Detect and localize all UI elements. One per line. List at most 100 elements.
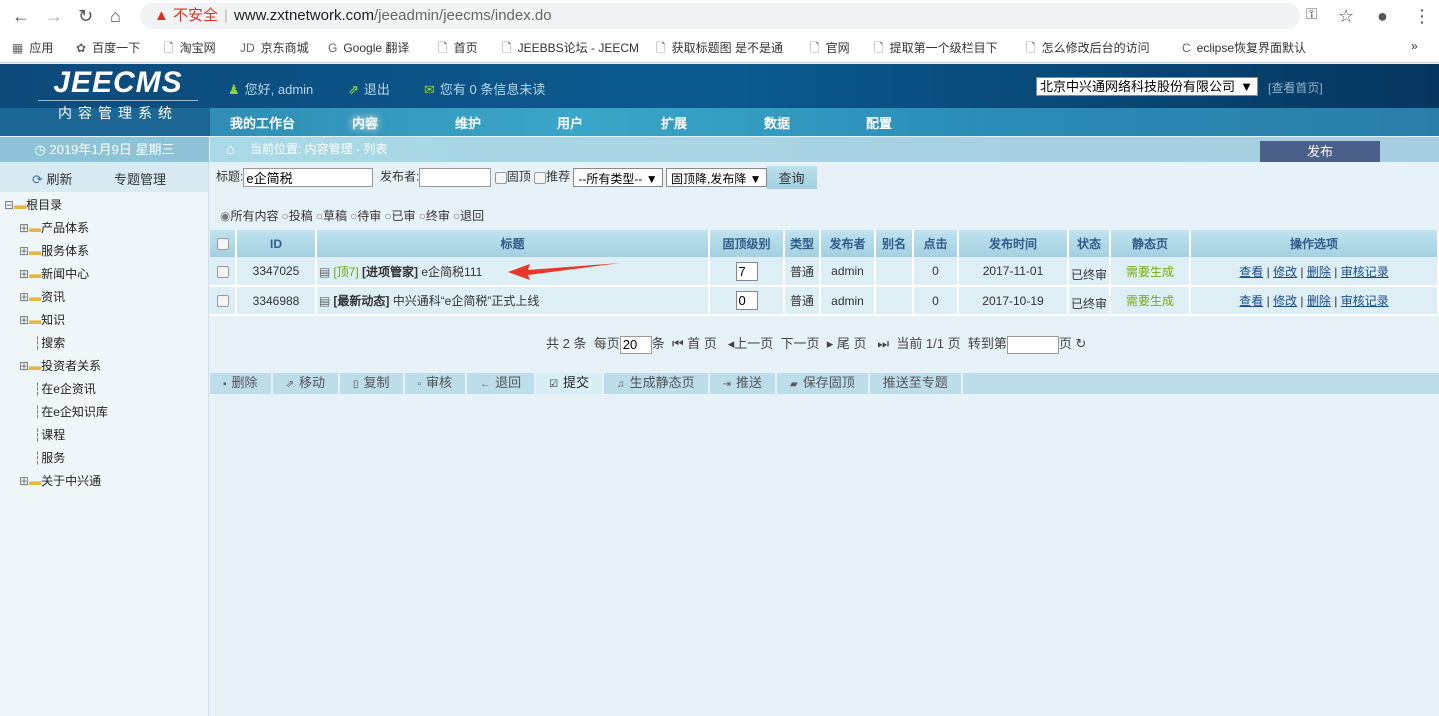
menu-icon[interactable]: ⋮ [1413, 6, 1431, 27]
toolbar-button[interactable]: ♫ 生成静态页 [604, 373, 710, 394]
bookmark-item[interactable]: 🗋 官网 [810, 39, 850, 60]
bookmark-item[interactable]: 🗋 JEEBBS论坛 - JEECM [502, 39, 639, 60]
expand-icon[interactable]: ⊞ [19, 290, 29, 304]
nav-item[interactable]: 用户 [557, 113, 583, 132]
tree-node[interactable]: ⊞▬关于中兴通 [19, 472, 101, 489]
logout-link[interactable]: ⇗ 退出 [348, 79, 390, 98]
expand-icon[interactable]: ⊞ [19, 267, 29, 281]
toolbar-button[interactable]: ← 退回 [467, 373, 537, 394]
last-page-link[interactable]: ▸ 尾 页 [827, 336, 867, 351]
tree-node[interactable]: ┆课程 [34, 426, 65, 443]
top-level-input[interactable] [735, 291, 758, 310]
bookmark-item[interactable]: Ceclipse恢复界面默认 [1182, 39, 1306, 56]
bookmark-item[interactable]: 🗋 首页 [438, 39, 478, 60]
expand-icon[interactable]: ⊞ [19, 244, 29, 258]
toolbar-button[interactable]: ▯ 复制 [340, 373, 405, 394]
filter-radio[interactable]: ◉所有内容 [220, 209, 279, 223]
top-level-input[interactable] [735, 261, 758, 281]
reload-icon[interactable]: ↻ [78, 6, 93, 27]
action-link-1[interactable]: 修改 [1273, 294, 1297, 308]
filter-radio[interactable]: ○待审 [350, 209, 381, 223]
bookmark-item[interactable]: G Google 翻译 [328, 39, 409, 56]
home-icon[interactable]: ⌂ [110, 6, 121, 27]
tree-node[interactable]: ⊞▬服务体系 [19, 242, 89, 259]
view-home-link[interactable]: [查看首页] [1268, 79, 1323, 96]
toolbar-button[interactable]: 推送至专题 [870, 373, 963, 394]
expand-icon[interactable]: ⊞ [19, 313, 29, 327]
toolbar-button[interactable]: ▫ 审核 [405, 373, 468, 394]
tree-node[interactable]: ⊞▬知识 [19, 311, 65, 328]
row-checkbox[interactable] [216, 295, 229, 308]
forward-icon[interactable]: → [45, 6, 63, 27]
type-select[interactable]: --所有类型-- ▼ [573, 168, 663, 187]
recommend-checkbox[interactable] [534, 171, 547, 184]
back-icon[interactable]: ← [12, 6, 30, 27]
expand-icon[interactable]: ⊞ [19, 474, 29, 488]
bookmarks-more[interactable]: » [1411, 39, 1418, 53]
topics-button[interactable]: 专题管理 [114, 169, 166, 188]
nav-item[interactable]: 我的工作台 [230, 113, 295, 132]
row-checkbox[interactable] [216, 265, 229, 278]
action-link-2[interactable]: 删除 [1307, 294, 1331, 308]
tree-node[interactable]: ⊞▬投资者关系 [19, 357, 101, 374]
bookmark-item[interactable]: 🗋 提取第一个级栏目下 [874, 39, 998, 60]
tree-node[interactable]: ⊟▬根目录 [4, 196, 62, 213]
toolbar-button[interactable]: ⇗ 移动 [273, 373, 340, 394]
site-select[interactable]: 北京中兴通网络科技股份有限公司 ▼ [1036, 77, 1258, 96]
bookmark-item[interactable]: JD 京东商城 [240, 39, 309, 56]
action-link-0[interactable]: 查看 [1239, 294, 1263, 308]
toolbar-button[interactable]: ⇥ 推送 [710, 373, 777, 394]
filter-radio[interactable]: ○终审 [419, 209, 450, 223]
first-page-link[interactable]: ⏮ 首 页 [672, 336, 717, 351]
refresh-button[interactable]: ⟳ 刷新 [32, 169, 73, 188]
go-icon[interactable]: ↻ [1076, 336, 1087, 351]
nav-item[interactable]: 内容 [352, 113, 378, 132]
nav-item[interactable]: 数据 [764, 113, 790, 132]
title-link[interactable]: e企简税111 [421, 265, 482, 279]
title-link[interactable]: 中兴通科“e企简税”正式上线 [393, 294, 540, 308]
publish-button[interactable]: 发布 [1260, 141, 1380, 162]
star-icon[interactable]: ☆ [1338, 6, 1354, 27]
bookmark-item[interactable]: 🗋 淘宝网 [164, 39, 216, 60]
next-page-link[interactable]: 下一页 [781, 336, 820, 351]
select-all-checkbox[interactable] [216, 238, 229, 251]
expand-icon[interactable]: ⊟ [4, 198, 14, 212]
sort-select[interactable]: 固顶降,发布降 ▼ [665, 168, 767, 187]
filter-radio[interactable]: ○草稿 [316, 209, 347, 223]
key-icon[interactable]: ⚿ [1306, 6, 1317, 23]
filter-radio[interactable]: ○投稿 [282, 209, 313, 223]
tree-node[interactable]: ┆服务 [34, 449, 65, 466]
bookmark-item[interactable]: 🗋 获取标题图 是不是通 [656, 39, 783, 60]
action-link-2[interactable]: 删除 [1307, 265, 1331, 279]
profile-icon[interactable]: ● [1377, 6, 1388, 27]
address-bar[interactable]: ▲ 不安全 | www.zxtnetwork.com/jeeadmin/jeecms… [140, 3, 1300, 29]
author-input[interactable] [419, 168, 492, 187]
prev-page-link[interactable]: ◂上一页 [728, 336, 774, 351]
query-button[interactable]: 查询 [766, 166, 817, 189]
bookmark-item[interactable]: ▦ 应用 [12, 39, 53, 56]
nav-item[interactable]: 扩展 [661, 113, 687, 132]
tree-node[interactable]: ┆在e企知识库 [34, 403, 108, 420]
tree-node[interactable]: ┆在e企资讯 [34, 380, 96, 397]
filter-radio[interactable]: ○已审 [384, 209, 415, 223]
bookmark-item[interactable]: ✿ 百度一下 [76, 39, 140, 56]
per-page-input[interactable] [619, 335, 652, 354]
title-input[interactable] [243, 168, 374, 187]
expand-icon[interactable]: ⊞ [19, 221, 29, 235]
tree-node[interactable]: ┆搜索 [34, 334, 65, 351]
top-checkbox[interactable] [494, 171, 507, 184]
goto-page-input[interactable] [1006, 335, 1059, 354]
messages-link[interactable]: ✉ 您有 0 条信息未读 [424, 79, 545, 98]
nav-item[interactable]: 维护 [455, 113, 481, 132]
action-link-3[interactable]: 审核记录 [1341, 265, 1389, 279]
bookmark-item[interactable]: 🗋 怎么修改后台的访问 [1026, 39, 1150, 60]
toolbar-button[interactable]: ☑ 提交 [536, 373, 605, 394]
nav-item[interactable]: 配置 [866, 113, 892, 132]
tree-node[interactable]: ⊞▬新闻中心 [19, 265, 89, 282]
action-link-0[interactable]: 查看 [1239, 265, 1263, 279]
tree-node[interactable]: ⊞▬资讯 [19, 288, 65, 305]
action-link-1[interactable]: 修改 [1273, 265, 1297, 279]
expand-icon[interactable]: ⊞ [19, 359, 29, 373]
filter-radio[interactable]: ○退回 [453, 209, 484, 223]
action-link-3[interactable]: 审核记录 [1341, 294, 1389, 308]
